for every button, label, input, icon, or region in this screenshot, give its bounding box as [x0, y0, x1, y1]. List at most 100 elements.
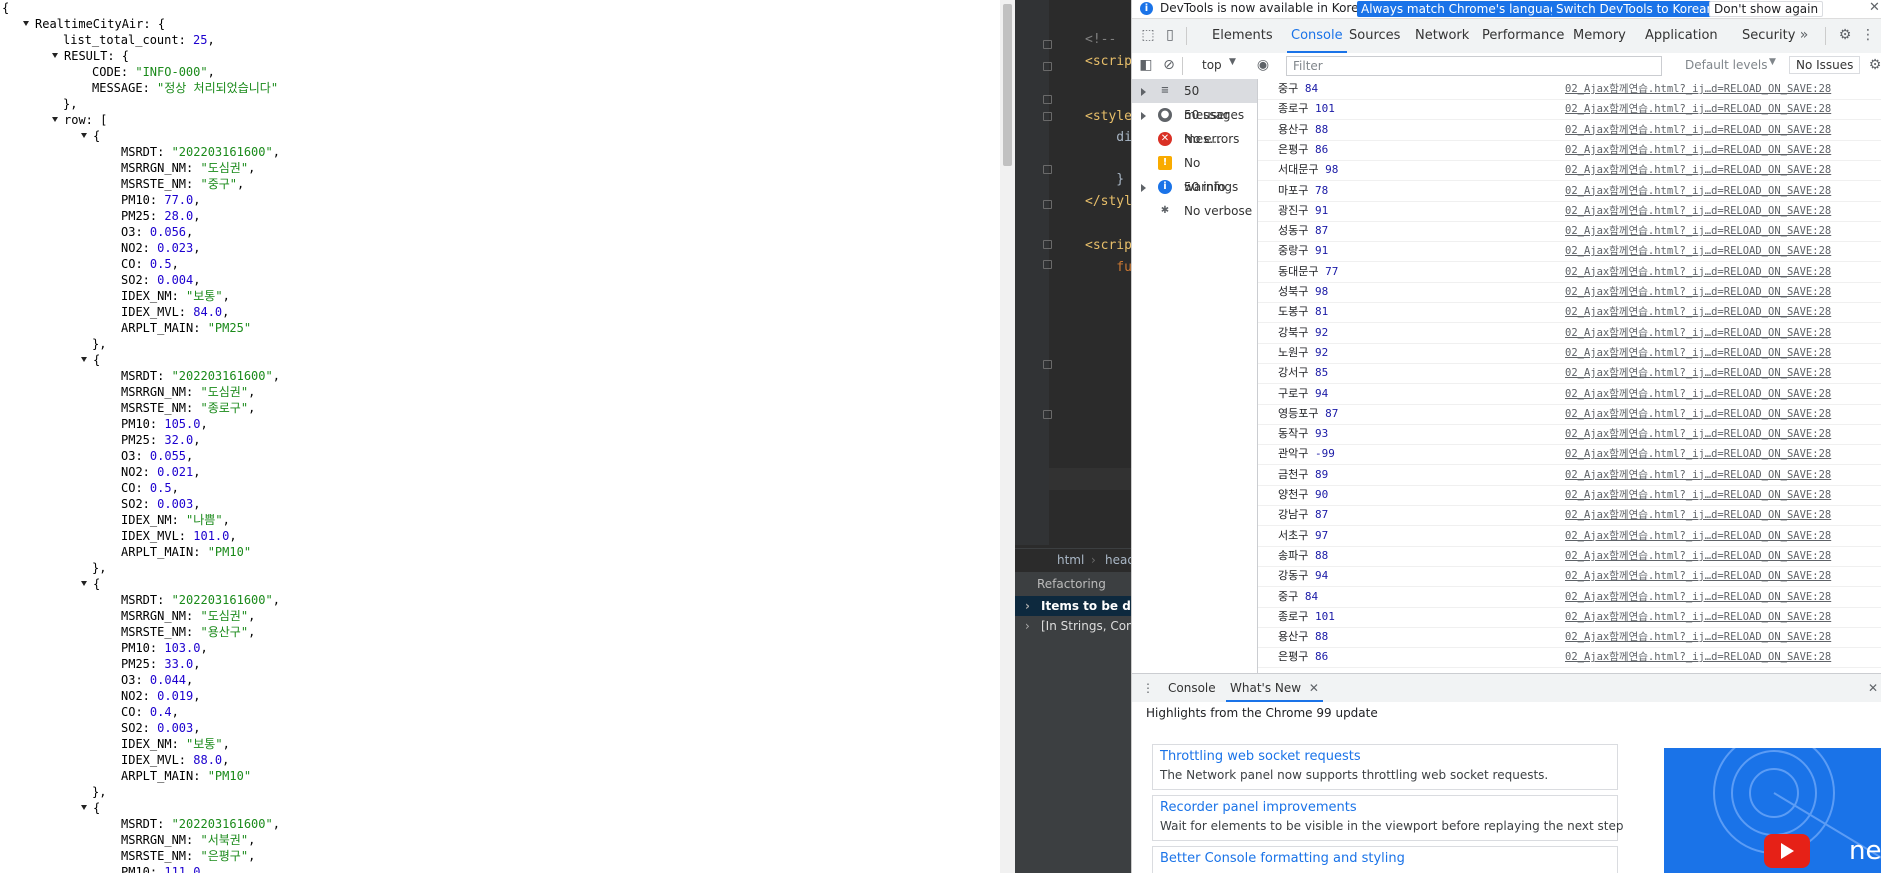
code-line[interactable]: </styl	[1085, 192, 1131, 212]
sidebar-item-50-info[interactable]: i 50 info	[1132, 175, 1257, 199]
console-source-link[interactable]: 02_Ajax함께연습.html?_ij…d=RELOAD_ON_SAVE:28	[1565, 262, 1831, 282]
console-source-link[interactable]: 02_Ajax함께연습.html?_ij…d=RELOAD_ON_SAVE:28	[1565, 384, 1831, 404]
json-line[interactable]: {	[81, 128, 100, 144]
drawer-menu-icon[interactable]: ⋮	[1142, 674, 1154, 702]
console-source-link[interactable]: 02_Ajax함께연습.html?_ij…d=RELOAD_ON_SAVE:28	[1565, 424, 1831, 444]
log-levels-dropdown[interactable]: Default levels	[1685, 58, 1767, 72]
code-line[interactable]: <style	[1085, 107, 1131, 127]
console-source-link[interactable]: 02_Ajax함께연습.html?_ij…d=RELOAD_ON_SAVE:28	[1565, 302, 1831, 322]
console-source-link[interactable]: 02_Ajax함께연습.html?_ij…d=RELOAD_ON_SAVE:28	[1565, 485, 1831, 505]
fold-marker-icon[interactable]	[1043, 112, 1052, 121]
card-title-link[interactable]: Throttling web socket requests	[1160, 749, 1361, 764]
fold-marker-icon[interactable]	[1043, 62, 1052, 71]
chevron-down-icon[interactable]: ▼	[1229, 57, 1236, 67]
json-line[interactable]: {	[81, 576, 100, 592]
whats-new-card[interactable]: Recorder panel improvements Wait for ele…	[1152, 795, 1623, 841]
console-source-link[interactable]: 02_Ajax함께연습.html?_ij…d=RELOAD_ON_SAVE:28	[1565, 566, 1831, 586]
tab-application[interactable]: Application	[1645, 19, 1718, 53]
whats-new-video-thumbnail[interactable]: ne	[1664, 748, 1881, 873]
console-filter-input[interactable]: Filter	[1286, 56, 1662, 76]
match-language-button[interactable]: Always match Chrome's language	[1357, 1, 1569, 17]
code-line[interactable]: }	[1085, 170, 1124, 190]
code-line[interactable]: <!--	[1085, 30, 1124, 50]
console-source-link[interactable]: 02_Ajax함께연습.html?_ij…d=RELOAD_ON_SAVE:28	[1565, 404, 1831, 424]
close-icon[interactable]: ✕	[1309, 681, 1319, 695]
more-options-icon[interactable]: ⋮	[1860, 27, 1876, 43]
json-line[interactable]: {	[81, 352, 100, 368]
tab-elements[interactable]: Elements	[1212, 19, 1273, 53]
tab-performance[interactable]: Performance	[1482, 19, 1564, 53]
more-tabs-icon[interactable]: »	[1796, 27, 1812, 43]
console-source-link[interactable]: 02_Ajax함께연습.html?_ij…d=RELOAD_ON_SAVE:28	[1565, 647, 1831, 667]
fold-marker-icon[interactable]	[1043, 40, 1052, 49]
gear-icon[interactable]: ⚙	[1837, 27, 1853, 43]
sidebar-item-no-warnings[interactable]: ! No warnings	[1132, 151, 1257, 194]
close-icon[interactable]: ✕	[1869, 0, 1880, 15]
chevron-right-icon[interactable]: ›	[1025, 596, 1030, 616]
collapse-triangle-icon[interactable]	[81, 357, 87, 362]
console-source-link[interactable]: 02_Ajax함께연습.html?_ij…d=RELOAD_ON_SAVE:28	[1565, 607, 1831, 627]
dont-show-again-button[interactable]: Don't show again	[1709, 1, 1824, 17]
tab-memory[interactable]: Memory	[1573, 19, 1626, 53]
sidebar-item-no-verbose[interactable]: ✱ No verbose	[1132, 199, 1257, 223]
clear-console-icon[interactable]: ⊘	[1161, 57, 1177, 73]
drawer-tab-whats-new[interactable]: What's New ✕	[1226, 674, 1323, 702]
youtube-play-icon[interactable]	[1764, 834, 1810, 868]
console-source-link[interactable]: 02_Ajax함께연습.html?_ij…d=RELOAD_ON_SAVE:28	[1565, 99, 1831, 119]
json-line[interactable]: row: [	[52, 112, 107, 128]
console-source-link[interactable]: 02_Ajax함께연습.html?_ij…d=RELOAD_ON_SAVE:28	[1565, 120, 1831, 140]
fold-marker-icon[interactable]	[1043, 200, 1052, 209]
sidebar-toggle-icon[interactable]: ◧	[1138, 57, 1154, 73]
whats-new-card[interactable]: Throttling web socket requests The Netwo…	[1152, 744, 1618, 790]
code-line[interactable]: di	[1085, 128, 1131, 148]
breadcrumb-head[interactable]: head	[1105, 553, 1131, 567]
code-line[interactable]: fu	[1085, 258, 1131, 278]
scrollbar-thumb[interactable]	[1003, 4, 1012, 166]
tab-security[interactable]: Security	[1742, 19, 1795, 53]
console-source-link[interactable]: 02_Ajax함께연습.html?_ij…d=RELOAD_ON_SAVE:28	[1565, 526, 1831, 546]
chevron-right-icon[interactable]	[1141, 112, 1146, 120]
console-source-link[interactable]: 02_Ajax함께연습.html?_ij…d=RELOAD_ON_SAVE:28	[1565, 282, 1831, 302]
collapse-triangle-icon[interactable]	[52, 117, 58, 122]
console-source-link[interactable]: 02_Ajax함께연습.html?_ij…d=RELOAD_ON_SAVE:28	[1565, 221, 1831, 241]
fold-marker-icon[interactable]	[1043, 360, 1052, 369]
fold-marker-icon[interactable]	[1043, 410, 1052, 419]
console-settings-gear-icon[interactable]: ⚙	[1867, 57, 1881, 73]
sidebar-item-50-user-mes-[interactable]: ● 50 user mes...	[1132, 103, 1257, 146]
refactoring-item[interactable]: › Items to be del	[1015, 596, 1131, 616]
sidebar-item-no-errors[interactable]: ✕ No errors	[1132, 127, 1257, 151]
tab-network[interactable]: Network	[1415, 19, 1469, 53]
console-source-link[interactable]: 02_Ajax함께연습.html?_ij…d=RELOAD_ON_SAVE:28	[1565, 627, 1831, 647]
json-line[interactable]: RESULT: {	[52, 48, 129, 64]
console-source-link[interactable]: 02_Ajax함께연습.html?_ij…d=RELOAD_ON_SAVE:28	[1565, 546, 1831, 566]
context-selector[interactable]: top	[1202, 58, 1222, 72]
console-source-link[interactable]: 02_Ajax함께연습.html?_ij…d=RELOAD_ON_SAVE:28	[1565, 343, 1831, 363]
live-expression-eye-icon[interactable]: ◉	[1255, 57, 1271, 73]
whats-new-card[interactable]: Better Console formatting and styling	[1152, 846, 1618, 873]
chevron-down-icon[interactable]: ▼	[1769, 57, 1776, 67]
console-source-link[interactable]: 02_Ajax함께연습.html?_ij…d=RELOAD_ON_SAVE:28	[1565, 444, 1831, 464]
chevron-right-icon[interactable]	[1141, 184, 1146, 192]
breadcrumb-html[interactable]: html	[1057, 553, 1084, 567]
card-title-link[interactable]: Better Console formatting and styling	[1160, 851, 1405, 866]
console-source-link[interactable]: 02_Ajax함께연습.html?_ij…d=RELOAD_ON_SAVE:28	[1565, 465, 1831, 485]
console-source-link[interactable]: 02_Ajax함께연습.html?_ij…d=RELOAD_ON_SAVE:28	[1565, 201, 1831, 221]
issues-button[interactable]: No Issues	[1789, 56, 1861, 74]
console-source-link[interactable]: 02_Ajax함께연습.html?_ij…d=RELOAD_ON_SAVE:28	[1565, 587, 1831, 607]
fold-marker-icon[interactable]	[1043, 95, 1052, 104]
console-source-link[interactable]: 02_Ajax함께연습.html?_ij…d=RELOAD_ON_SAVE:28	[1565, 140, 1831, 160]
fold-marker-icon[interactable]	[1043, 240, 1052, 249]
json-viewer-scrollbar[interactable]	[1000, 0, 1015, 873]
console-source-link[interactable]: 02_Ajax함께연습.html?_ij…d=RELOAD_ON_SAVE:28	[1565, 181, 1831, 201]
chevron-right-icon[interactable]	[1141, 88, 1146, 96]
json-line[interactable]: {	[81, 800, 100, 816]
console-source-link[interactable]: 02_Ajax함께연습.html?_ij…d=RELOAD_ON_SAVE:28	[1565, 79, 1831, 99]
switch-language-button[interactable]: Switch DevTools to Korean	[1552, 1, 1719, 17]
fold-marker-icon[interactable]	[1043, 260, 1052, 269]
collapse-triangle-icon[interactable]	[52, 53, 58, 58]
code-line[interactable]: <scrip	[1085, 52, 1131, 72]
inspect-element-icon[interactable]: ⬚	[1140, 27, 1156, 43]
tab-sources[interactable]: Sources	[1349, 19, 1400, 53]
drawer-tab-console[interactable]: Console	[1168, 674, 1216, 702]
console-source-link[interactable]: 02_Ajax함께연습.html?_ij…d=RELOAD_ON_SAVE:28	[1565, 323, 1831, 343]
